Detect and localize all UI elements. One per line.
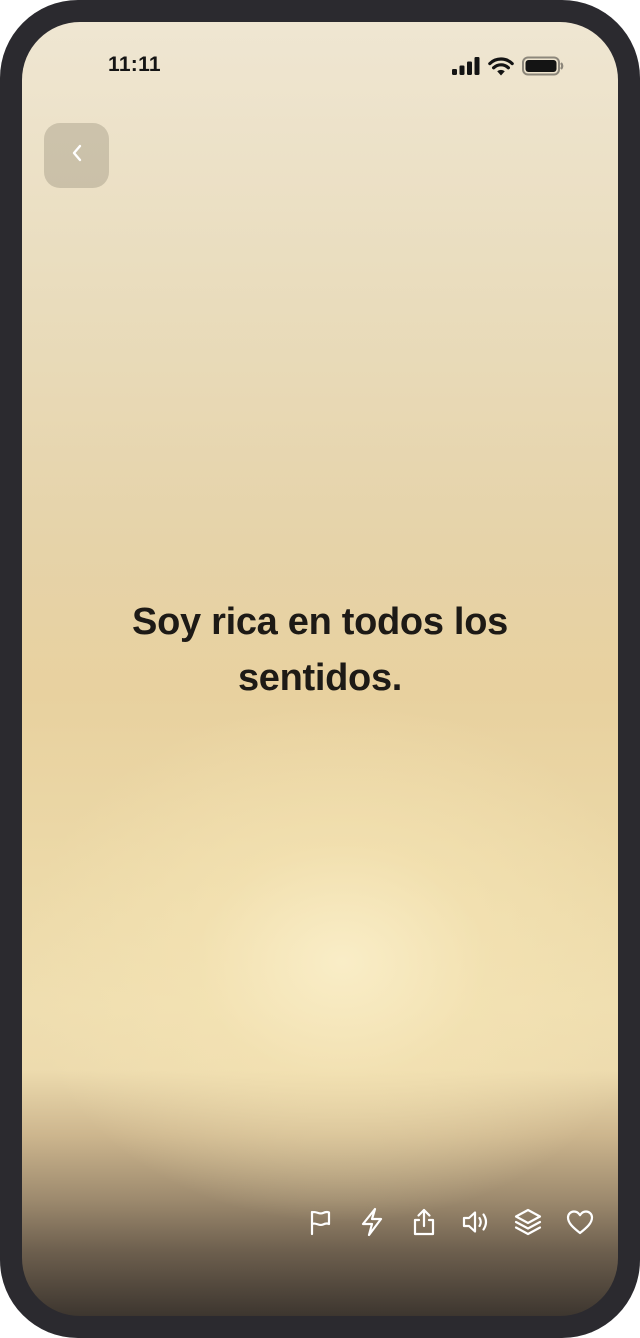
favorite-button[interactable] [563, 1206, 596, 1239]
report-button[interactable] [303, 1206, 336, 1239]
cellular-signal-icon [452, 57, 480, 75]
action-toolbar [303, 1205, 596, 1239]
sound-button[interactable] [459, 1206, 492, 1239]
speaker-icon [461, 1208, 491, 1236]
heart-icon [565, 1208, 595, 1236]
lightning-icon [358, 1207, 386, 1237]
collections-button[interactable] [511, 1206, 544, 1239]
status-time: 11:11 [108, 53, 161, 76]
chevron-left-icon [70, 142, 84, 169]
layers-icon [513, 1207, 543, 1237]
share-button[interactable] [407, 1206, 440, 1239]
back-button[interactable] [44, 123, 109, 188]
battery-icon [522, 56, 564, 76]
status-icons [452, 54, 564, 78]
boost-button[interactable] [355, 1206, 388, 1239]
phone-frame: 11:11 Soy rica en todos los sentidos. [0, 0, 640, 1338]
affirmation-text: Soy rica en todos los sentidos. [132, 601, 508, 699]
app-screen: 11:11 Soy rica en todos los sentidos. [22, 22, 618, 1316]
flag-icon [306, 1208, 334, 1236]
share-icon [410, 1207, 438, 1237]
wifi-icon [488, 56, 514, 76]
status-bar: 11:11 [22, 22, 618, 112]
